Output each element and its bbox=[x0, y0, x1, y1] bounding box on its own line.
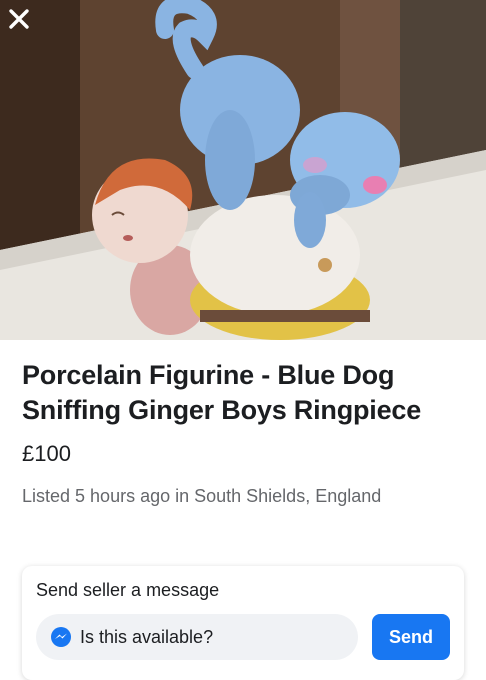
message-seller-card: Send seller a message Is this available?… bbox=[22, 566, 464, 680]
message-heading: Send seller a message bbox=[36, 580, 220, 600]
send-button[interactable]: Send bbox=[372, 614, 450, 660]
listing-details: Porcelain Figurine - Blue Dog Sniffing G… bbox=[22, 358, 464, 508]
message-input[interactable]: Is this available? bbox=[36, 614, 358, 660]
listing-photo[interactable] bbox=[0, 0, 486, 340]
message-input-value: Is this available? bbox=[80, 626, 214, 647]
listing-price: £100 bbox=[22, 441, 71, 466]
listing-title: Porcelain Figurine - Blue Dog Sniffing G… bbox=[22, 360, 422, 425]
listing-meta[interactable]: Listed 5 hours ago in South Shields, Eng… bbox=[22, 484, 464, 508]
figurine-image bbox=[0, 0, 486, 340]
messenger-icon bbox=[51, 627, 71, 647]
close-button[interactable] bbox=[8, 8, 42, 42]
close-icon bbox=[9, 9, 29, 29]
